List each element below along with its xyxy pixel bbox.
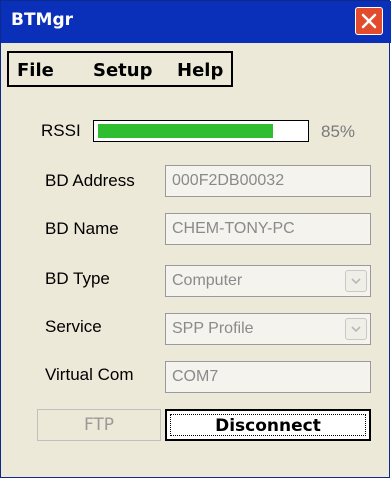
focus-rect — [170, 414, 366, 436]
chevron-down-icon — [351, 278, 361, 285]
bd-address-value: 000F2DB00032 — [172, 172, 285, 189]
menu-bar: File Setup Help — [7, 51, 233, 87]
bd-type-value: Computer — [172, 272, 243, 289]
menu-file[interactable]: File — [17, 60, 54, 81]
bd-name-label: BD Name — [45, 219, 119, 238]
menu-help[interactable]: Help — [177, 60, 223, 81]
bd-name-value: CHEM-TONY-PC — [172, 220, 295, 237]
window-title: BTMgr — [11, 10, 74, 30]
bd-name-field[interactable]: CHEM-TONY-PC — [165, 213, 371, 245]
bd-type-dropdown-button[interactable] — [345, 270, 367, 292]
virtual-com-value: COM7 — [172, 368, 219, 385]
bd-address-label: BD Address — [45, 171, 135, 190]
bd-type-select[interactable]: Computer — [165, 265, 371, 297]
service-select[interactable]: SPP Profile — [165, 313, 371, 345]
service-value: SPP Profile — [172, 320, 254, 337]
btmgr-window: BTMgr File Setup Help RSSI 85% BD Addres… — [0, 0, 391, 478]
virtual-com-label: Virtual Com — [45, 365, 134, 384]
rssi-progress-fill — [98, 124, 273, 138]
title-bar[interactable]: BTMgr — [1, 1, 391, 43]
chevron-down-icon — [351, 326, 361, 333]
disconnect-button[interactable]: Disconnect — [165, 409, 371, 441]
service-label: Service — [45, 317, 102, 336]
rssi-percent: 85% — [321, 122, 356, 141]
close-icon — [361, 13, 377, 29]
ftp-button[interactable]: FTP — [37, 409, 161, 441]
bd-address-field[interactable]: 000F2DB00032 — [165, 165, 371, 197]
bd-type-label: BD Type — [45, 269, 110, 288]
close-button[interactable] — [355, 7, 383, 35]
service-dropdown-button[interactable] — [345, 318, 367, 340]
virtual-com-field[interactable]: COM7 — [165, 361, 371, 393]
rssi-progress-bar — [93, 120, 309, 142]
rssi-label: RSSI — [41, 121, 81, 140]
menu-setup[interactable]: Setup — [93, 60, 152, 81]
